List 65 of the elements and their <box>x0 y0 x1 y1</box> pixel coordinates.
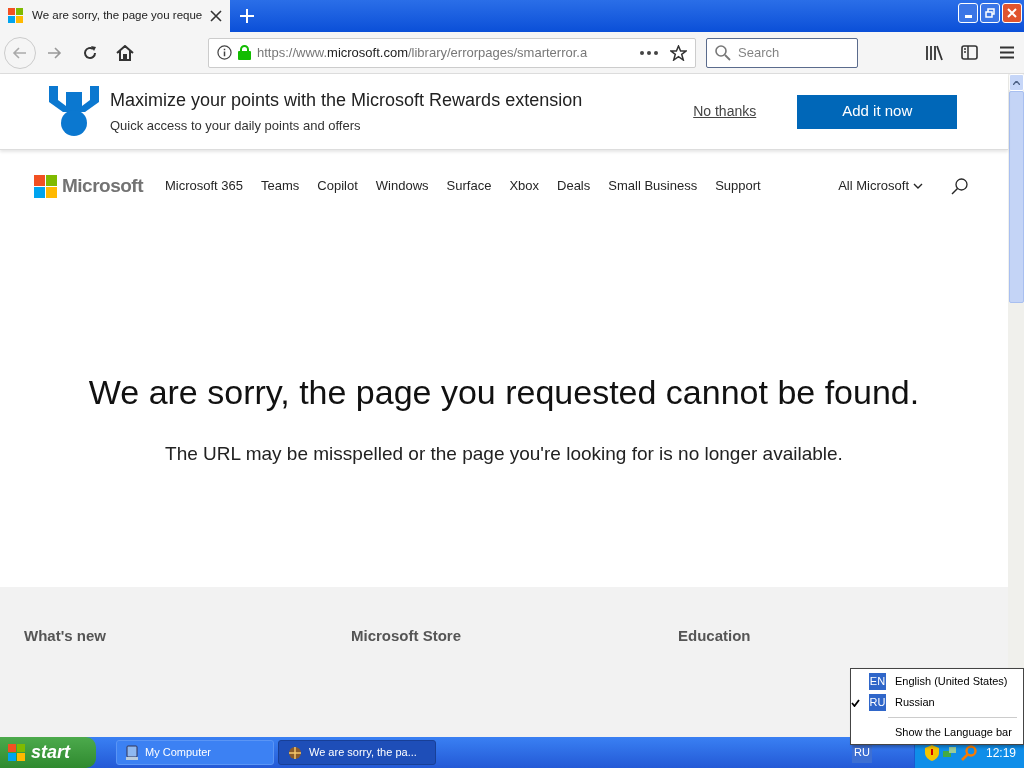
close-button[interactable] <box>1002 3 1022 23</box>
nav-link[interactable]: Microsoft 365 <box>165 176 244 196</box>
library-icon[interactable] <box>925 44 943 61</box>
star-icon[interactable] <box>670 44 687 61</box>
shield-icon[interactable] <box>925 744 939 761</box>
search-field[interactable]: Search <box>706 37 858 68</box>
globe-icon <box>287 745 303 760</box>
check-icon <box>851 698 860 707</box>
url-text: https://www.microsoft.com/library/errorpages/smarterror.a <box>257 43 589 62</box>
info-icon[interactable] <box>217 45 232 60</box>
close-icon[interactable] <box>210 10 223 22</box>
no-thanks-link[interactable]: No thanks <box>693 101 757 122</box>
sidebar-icon[interactable] <box>961 45 978 60</box>
taskbar-window-button[interactable]: We are sorry, the pa... <box>278 740 436 765</box>
menu-icon[interactable] <box>1000 46 1014 59</box>
nav-link[interactable]: Xbox <box>509 176 539 196</box>
taskbar-window-button[interactable]: My Computer <box>116 740 274 765</box>
banner-subtitle: Quick access to your daily points and offers <box>110 117 362 136</box>
error-message: The URL may be misspelled or the page you're looking for is no longer available. <box>165 442 843 466</box>
microsoft-wordmark: Microsoft <box>62 173 143 198</box>
forward-icon[interactable] <box>46 44 62 61</box>
back-arrow-icon <box>12 44 28 61</box>
windows-logo-icon <box>8 743 26 762</box>
new-tab-icon[interactable] <box>240 9 255 23</box>
windows-logo-icon <box>8 8 24 24</box>
medal-icon <box>49 85 99 138</box>
nav-link[interactable]: Surface <box>446 176 492 196</box>
nav-link[interactable]: Copilot <box>317 176 358 196</box>
nav-link[interactable]: Windows <box>375 176 429 196</box>
language-code: RU <box>869 694 886 711</box>
minimize-button[interactable] <box>958 3 978 23</box>
nav-link[interactable]: Support <box>715 176 761 196</box>
search-icon[interactable] <box>951 177 968 195</box>
close-icon <box>1007 8 1017 18</box>
magnifier-icon[interactable] <box>961 744 977 761</box>
nav-link[interactable]: Teams <box>261 176 300 196</box>
start-button[interactable]: start <box>0 737 96 768</box>
footer-heading: Microsoft Store <box>351 627 461 644</box>
address-bar[interactable]: https://www.microsoft.com/library/errorpages/smarterror.a <box>208 37 696 68</box>
error-heading: We are sorry, the page you requested cannot be found. <box>88 372 920 413</box>
restore-icon <box>985 8 995 18</box>
nav-link[interactable]: Deals <box>557 176 591 196</box>
reload-icon[interactable] <box>82 44 98 61</box>
add-it-now-button[interactable]: Add it now <box>797 94 958 129</box>
restore-button[interactable] <box>980 3 1000 23</box>
nav-link[interactable]: Small Business <box>608 176 698 196</box>
tab-title: We are sorry, the page you reque <box>32 8 203 24</box>
more-icon[interactable] <box>640 50 658 55</box>
language-code: EN <box>869 673 886 690</box>
lock-icon <box>238 45 251 60</box>
search-icon <box>715 44 731 61</box>
home-icon[interactable] <box>116 44 134 61</box>
scroll-up-icon[interactable] <box>1012 80 1020 85</box>
computer-icon <box>125 744 139 761</box>
show-language-bar-item[interactable]: Show the Language bar <box>851 722 1023 742</box>
chevron-down-icon <box>913 183 923 189</box>
clock: 12:19 <box>986 744 1017 762</box>
all-microsoft-menu[interactable]: All Microsoft <box>838 176 923 196</box>
language-menu-item[interactable]: RU Russian <box>851 692 1023 713</box>
microsoft-logo-icon <box>34 174 57 198</box>
language-menu-item[interactable]: EN English (United States) <box>851 671 1023 692</box>
banner-title: Maximize your points with the Microsoft Rewards extension <box>110 89 583 113</box>
footer-heading: Education <box>678 627 751 644</box>
browser-tab[interactable]: We are sorry, the page you reque <box>0 0 231 32</box>
footer-heading: What's new <box>24 627 106 644</box>
